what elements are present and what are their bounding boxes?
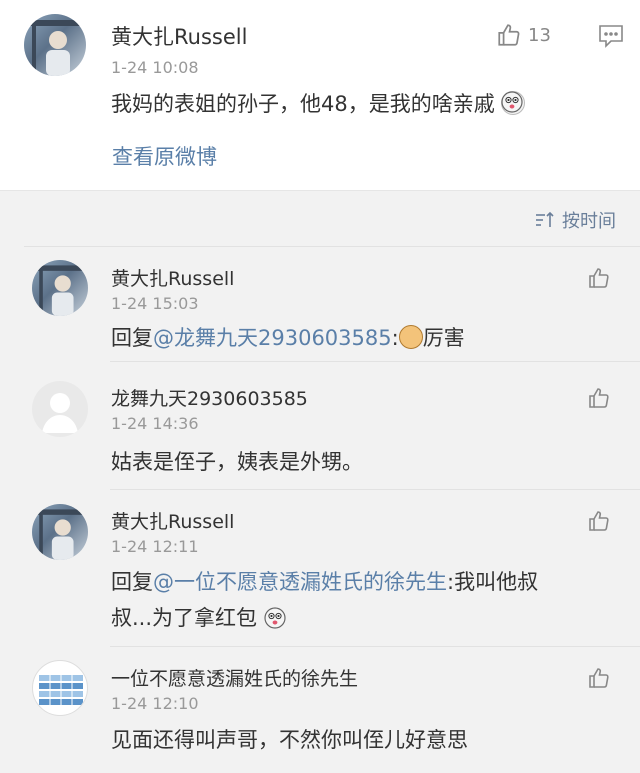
- comment-icon[interactable]: [598, 24, 624, 52]
- divider: [110, 361, 640, 362]
- comment-text: 回复@龙舞九天2930603585: 厉害: [111, 322, 465, 354]
- comment-like-button[interactable]: [587, 509, 611, 533]
- mention-link[interactable]: @一位不愿意透漏姓氏的徐先生: [153, 570, 447, 594]
- comment-author[interactable]: 黄大扎Russell: [111, 264, 234, 291]
- comment-author[interactable]: 黄大扎Russell: [111, 507, 234, 534]
- thumbs-up-icon: [589, 511, 609, 531]
- post-like-button[interactable]: 13: [496, 22, 551, 48]
- post-card: 黄大扎Russell 1-24 10:08 13 我妈的表姐的孙子，他48，是我…: [0, 0, 640, 191]
- comment-avatar[interactable]: [32, 260, 88, 316]
- comment-text: 见面还得叫声哥，不然你叫侄儿好意思: [111, 728, 468, 752]
- comment-text-content: 我叫他叔: [454, 570, 539, 594]
- post-text-content: 我妈的表姐的孙子，他48，是我的啥亲戚: [111, 92, 495, 116]
- comment-like-button[interactable]: [587, 666, 611, 690]
- comment-avatar[interactable]: [32, 504, 88, 560]
- comment-author[interactable]: 龙舞九天2930603585: [111, 384, 308, 411]
- emoji-icon: [263, 607, 286, 629]
- sort-label: 按时间: [562, 211, 616, 232]
- thumbs-up-icon: [589, 268, 609, 288]
- comment-avatar[interactable]: [32, 381, 88, 437]
- reply-prefix: 回复: [111, 570, 153, 594]
- comment-time: 1-24 12:11: [111, 537, 199, 556]
- comment-time: 1-24 15:03: [111, 294, 199, 313]
- comment-time: 1-24 12:10: [111, 694, 199, 713]
- view-original-link[interactable]: 查看原微博: [112, 141, 217, 171]
- emoji-icon: [398, 325, 423, 349]
- emoji-icon: [501, 91, 526, 115]
- comment-like-button[interactable]: [587, 266, 611, 290]
- reply-colon: :: [391, 326, 399, 350]
- comment-line: 回复@一位不愿意透漏姓氏的徐先生:我叫他叔: [111, 566, 611, 598]
- post-author-name[interactable]: 黄大扎Russell: [111, 21, 247, 51]
- post-text: 我妈的表姐的孙子，他48，是我的啥亲戚: [111, 88, 526, 120]
- mention-link[interactable]: @龙舞九天2930603585: [153, 326, 392, 350]
- divider: [110, 646, 640, 647]
- comments-sort-bar: 按时间: [0, 191, 640, 246]
- comment-text-content: 叔...为了拿红包: [111, 606, 258, 630]
- thumbs-up-icon: [498, 24, 520, 46]
- comment-text: 回复@一位不愿意透漏姓氏的徐先生:我叫他叔 叔...为了拿红包: [111, 566, 611, 634]
- comment-author[interactable]: 一位不愿意透漏姓氏的徐先生: [111, 664, 358, 691]
- comment-avatar[interactable]: [32, 660, 88, 716]
- comment-like-button[interactable]: [587, 386, 611, 410]
- divider: [110, 489, 640, 490]
- comment-line: 叔...为了拿红包: [111, 602, 611, 634]
- thumbs-up-icon: [589, 388, 609, 408]
- post-like-count: 13: [528, 24, 551, 46]
- post-author-avatar[interactable]: [24, 14, 86, 76]
- sort-button[interactable]: 按时间: [534, 207, 616, 233]
- divider: [24, 246, 640, 247]
- reply-prefix: 回复: [111, 326, 153, 350]
- sort-icon: [536, 211, 554, 227]
- comment-time: 1-24 14:36: [111, 414, 199, 433]
- post-time: 1-24 10:08: [111, 58, 199, 77]
- thumbs-up-icon: [589, 668, 609, 688]
- comment-text: 姑表是侄子，姨表是外甥。: [111, 450, 363, 474]
- comment-text-content: 厉害: [422, 326, 465, 350]
